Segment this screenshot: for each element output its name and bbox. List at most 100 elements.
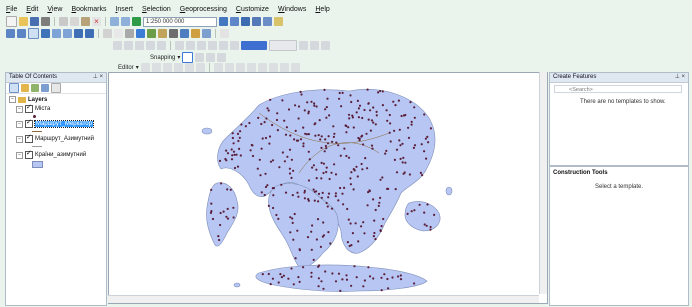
layer-row-azimuthal-route[interactable]: − Маршрут_Азимутний xyxy=(16,133,94,143)
trace-icon[interactable] xyxy=(184,63,194,72)
edit-vertices-icon[interactable] xyxy=(213,63,223,72)
search-window-icon[interactable] xyxy=(252,17,261,26)
new-doc-icon[interactable] xyxy=(6,16,17,27)
edit-tool-icon[interactable] xyxy=(140,63,150,72)
layer-visibility-checkbox[interactable] xyxy=(25,103,33,113)
create-viewer-icon[interactable] xyxy=(220,29,229,38)
layers-group[interactable]: − Layers xyxy=(9,96,47,103)
identify-icon[interactable] xyxy=(136,29,145,38)
catalog-icon[interactable] xyxy=(241,17,250,26)
draw-select-icon[interactable] xyxy=(113,41,122,50)
open-icon[interactable] xyxy=(19,17,28,26)
options-icon[interactable] xyxy=(51,83,61,93)
menu-bookmarks[interactable]: Bookmarks xyxy=(71,5,106,15)
layer-label-selected[interactable]: Маршрут_Меркатор xyxy=(34,120,94,128)
draw-shape-icon[interactable] xyxy=(146,41,155,50)
paste-icon[interactable] xyxy=(81,17,90,26)
map-canvas[interactable] xyxy=(109,73,547,303)
layer-label[interactable]: Країни_азимутний xyxy=(35,152,86,158)
draw-zoom-icon[interactable] xyxy=(135,41,144,50)
full-extent-icon[interactable] xyxy=(41,29,50,38)
measure-icon[interactable] xyxy=(169,29,178,38)
pin-close-icons[interactable]: ⊥ × xyxy=(93,73,103,82)
editor-dropdown[interactable]: Editor xyxy=(118,65,134,71)
group-icon[interactable] xyxy=(186,41,195,50)
fill-color-icon[interactable] xyxy=(230,41,239,50)
list-by-visibility-icon[interactable] xyxy=(31,84,39,92)
line-color-swatch[interactable] xyxy=(241,41,267,50)
hyperlink-icon[interactable] xyxy=(180,29,189,38)
layer-row-mercator-route[interactable]: − Маршрут_Меркатор xyxy=(16,118,94,128)
zoom-in-icon[interactable] xyxy=(6,29,15,38)
layer-row-countries[interactable]: − Країни_азимутний xyxy=(16,149,86,159)
menu-view[interactable]: View xyxy=(47,5,62,15)
split-icon[interactable] xyxy=(246,63,256,72)
save-icon[interactable] xyxy=(30,17,39,26)
menu-edit[interactable]: Edit xyxy=(26,5,38,15)
vertex-snapping-icon[interactable] xyxy=(206,53,216,62)
back-extent-icon[interactable] xyxy=(74,29,83,38)
time-slider-icon[interactable] xyxy=(202,29,211,38)
collapse-icon[interactable]: − xyxy=(9,96,16,103)
list-by-drawing-order-icon[interactable] xyxy=(9,83,19,93)
menu-help[interactable]: Help xyxy=(315,5,329,15)
layer-label[interactable]: Маршрут_Азимутний xyxy=(35,136,94,142)
edge-snapping-icon[interactable] xyxy=(217,53,227,62)
find-icon[interactable] xyxy=(147,29,156,38)
go-to-xy-icon[interactable] xyxy=(158,29,167,38)
delete-icon[interactable]: × xyxy=(92,17,101,26)
order-icon[interactable] xyxy=(197,41,206,50)
menu-geoprocessing[interactable]: Geoprocessing xyxy=(180,5,227,15)
sketch-properties-icon[interactable] xyxy=(279,63,289,72)
menu-customize[interactable]: Customize xyxy=(236,5,269,15)
snapping-dropdown[interactable]: Snapping xyxy=(150,55,175,61)
arctoolbox-icon[interactable] xyxy=(263,17,272,26)
fixed-zoom-out-icon[interactable] xyxy=(63,29,72,38)
menu-file[interactable]: File xyxy=(6,5,17,15)
distribute-icon[interactable] xyxy=(219,41,228,50)
layer-row-mista[interactable]: − Міста xyxy=(16,103,50,113)
copy-icon[interactable] xyxy=(70,17,79,26)
layer-label[interactable]: Міста xyxy=(35,106,50,112)
draw-rotate-icon[interactable] xyxy=(124,41,133,50)
table-of-contents-icon[interactable] xyxy=(230,17,239,26)
html-popup-icon[interactable] xyxy=(191,29,200,38)
end-snapping-icon[interactable] xyxy=(195,53,205,62)
end-point-arc-icon[interactable] xyxy=(173,63,183,72)
list-by-selection-icon[interactable] xyxy=(41,84,49,92)
map-view[interactable] xyxy=(108,72,548,304)
editor-toolbar-icon[interactable] xyxy=(219,17,228,26)
collapse-icon[interactable]: − xyxy=(16,151,23,159)
layer-visibility-checkbox[interactable] xyxy=(25,133,33,143)
chevron-down-icon[interactable]: ▾ xyxy=(136,64,139,71)
print-icon[interactable] xyxy=(41,17,50,26)
edit-annotation-icon[interactable] xyxy=(151,63,161,72)
select-features-icon[interactable] xyxy=(103,29,112,38)
create-features-icon[interactable] xyxy=(290,63,300,72)
rotate-icon[interactable] xyxy=(257,63,267,72)
font-combo[interactable] xyxy=(269,40,297,51)
menu-insert[interactable]: Insert xyxy=(115,5,133,15)
nudge-icon[interactable] xyxy=(208,41,217,50)
attributes-icon[interactable] xyxy=(268,63,278,72)
collapse-icon[interactable]: − xyxy=(16,120,23,128)
list-by-source-icon[interactable] xyxy=(21,84,29,92)
pan-icon[interactable] xyxy=(28,28,39,39)
chevron-down-icon[interactable]: ▾ xyxy=(177,54,180,61)
layer-visibility-checkbox[interactable] xyxy=(25,149,33,159)
redo-icon[interactable] xyxy=(121,17,130,26)
add-data-icon[interactable] xyxy=(132,17,141,26)
reshape-icon[interactable] xyxy=(224,63,234,72)
select-elements-icon[interactable] xyxy=(125,29,134,38)
collapse-icon[interactable]: − xyxy=(16,105,23,113)
undo-icon[interactable] xyxy=(110,17,119,26)
straight-segment-icon[interactable] xyxy=(162,63,172,72)
point-icon[interactable] xyxy=(195,63,205,72)
menu-windows[interactable]: Windows xyxy=(278,5,306,15)
search-input[interactable]: <Search> xyxy=(554,85,682,93)
zoom-out-icon[interactable] xyxy=(17,29,26,38)
menu-selection[interactable]: Selection xyxy=(142,5,171,15)
cut-polygons-icon[interactable] xyxy=(235,63,245,72)
cut-icon[interactable] xyxy=(59,17,68,26)
font-color-icon[interactable] xyxy=(299,41,308,50)
